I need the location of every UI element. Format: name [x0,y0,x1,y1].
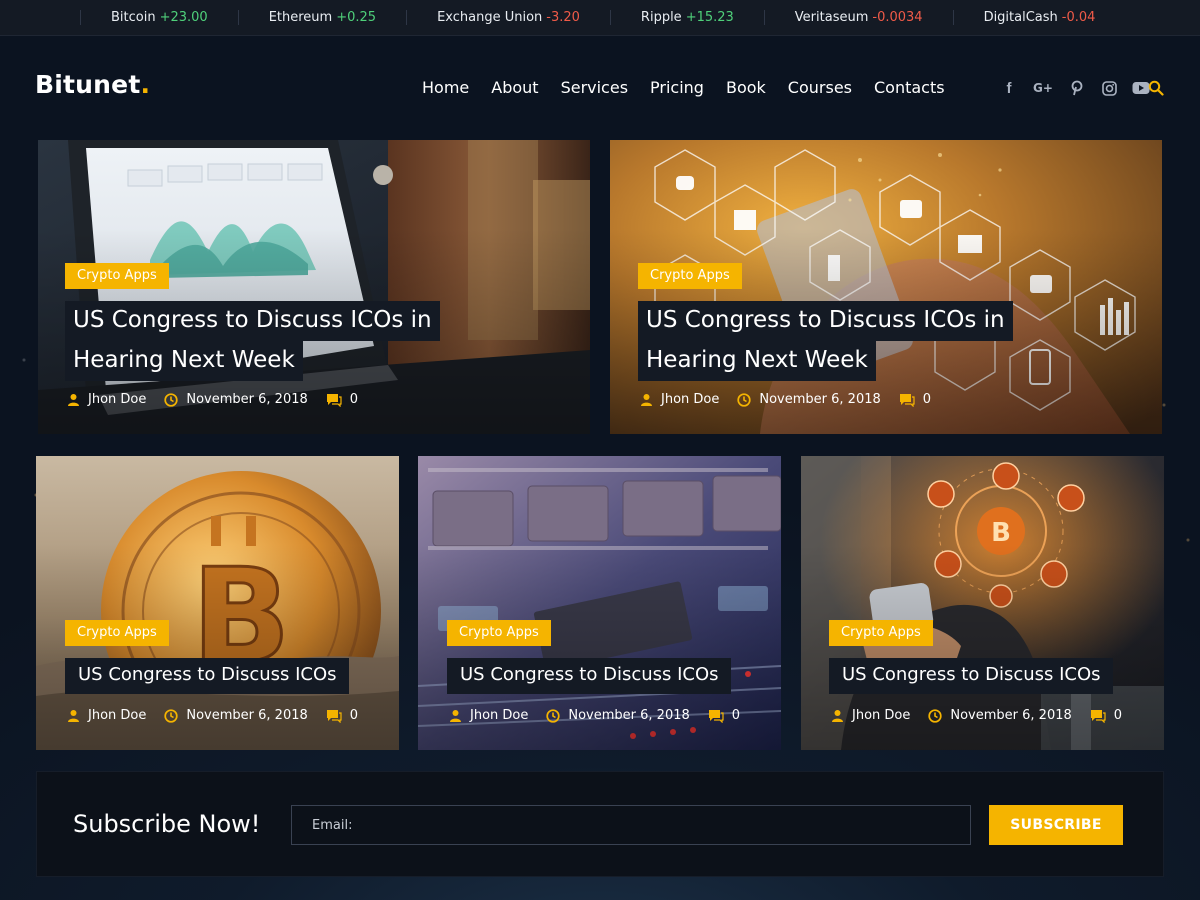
news-card[interactable]: B Crypto Apps US Congress to Discuss ICO… [801,456,1164,750]
facebook-icon[interactable]: f [1000,80,1018,97]
comment-icon [326,709,342,723]
category-badge[interactable]: Crypto Apps [447,620,551,646]
nav-book[interactable]: Book [726,78,766,97]
main-nav: Home About Services Pricing Book Courses… [422,78,967,97]
comment-count[interactable]: 0 [923,392,931,407]
comment-count[interactable]: 0 [350,392,358,407]
user-icon [641,394,652,406]
comment-icon [326,393,342,407]
ticker-item[interactable]: DigitalCash -0.04 [952,10,1126,25]
card-title-line[interactable]: US Congress to Discuss ICOs [447,658,731,694]
card-meta: Jhon Doe November 6, 2018 0 [67,392,376,407]
post-date: November 6, 2018 [759,392,881,407]
post-date: November 6, 2018 [568,708,690,723]
pinterest-icon[interactable] [1068,80,1086,96]
news-card[interactable]: Crypto Apps US Congress to Discuss ICOs … [418,456,781,750]
email-field[interactable] [291,805,971,845]
nav-pricing[interactable]: Pricing [650,78,704,97]
card-title-line[interactable]: Hearing Next Week [638,341,876,381]
card-overlay [418,456,781,750]
card-meta: Jhon Doe November 6, 2018 0 [640,392,949,407]
card-title-line[interactable]: US Congress to Discuss ICOs [65,658,349,694]
user-icon [832,710,843,722]
author-name[interactable]: Jhon Doe [470,708,528,723]
instagram-icon[interactable] [1100,80,1118,96]
comment-icon [1090,709,1106,723]
ticker-item[interactable]: Bitcoin +23.00 [80,10,238,25]
clock-icon [928,708,943,723]
search-icon[interactable] [1148,80,1164,96]
comment-count[interactable]: 0 [350,708,358,723]
news-card[interactable]: B Crypto Apps US Congress to Discuss ICO… [36,456,399,750]
ticker-item[interactable]: Veritaseum -0.0034 [763,10,953,25]
nav-contacts[interactable]: Contacts [874,78,945,97]
user-icon [68,710,79,722]
author-name[interactable]: Jhon Doe [88,708,146,723]
comment-icon [899,393,915,407]
card-title-line[interactable]: US Congress to Discuss ICOs [829,658,1113,694]
category-badge[interactable]: Crypto Apps [65,620,169,646]
card-meta: Jhon Doe November 6, 2018 0 [449,708,758,723]
card-overlay [801,456,1164,750]
card-meta: Jhon Doe November 6, 2018 0 [831,708,1140,723]
site-header: Bitunet. Home About Services Pricing Boo… [0,36,1200,136]
post-date: November 6, 2018 [950,708,1072,723]
nav-courses[interactable]: Courses [788,78,852,97]
subscribe-button[interactable]: SUBSCRIBE [989,805,1123,845]
clock-icon [546,708,561,723]
card-overlay [36,456,399,750]
price-ticker: Bitcoin +23.00 Ethereum +0.25 Exchange Uni… [0,0,1200,36]
nav-about[interactable]: About [491,78,538,97]
subscribe-heading: Subscribe Now! [73,810,261,838]
post-date: November 6, 2018 [186,392,308,407]
nav-home[interactable]: Home [422,78,469,97]
news-card[interactable]: Crypto Apps US Congress to Discuss ICOs … [38,140,590,434]
author-name[interactable]: Jhon Doe [852,708,910,723]
card-title-line[interactable]: US Congress to Discuss ICOs in [65,301,440,341]
category-badge[interactable]: Crypto Apps [65,263,169,289]
author-name[interactable]: Jhon Doe [88,392,146,407]
site-logo[interactable]: Bitunet. [35,70,150,99]
news-card[interactable]: Crypto Apps US Congress to Discuss ICOs … [610,140,1162,434]
comment-count[interactable]: 0 [732,708,740,723]
card-title-line[interactable]: Hearing Next Week [65,341,303,381]
author-name[interactable]: Jhon Doe [661,392,719,407]
post-date: November 6, 2018 [186,708,308,723]
nav-services[interactable]: Services [561,78,628,97]
subscribe-section: Subscribe Now! SUBSCRIBE [36,771,1164,877]
clock-icon [164,708,179,723]
card-title-line[interactable]: US Congress to Discuss ICOs in [638,301,1013,341]
user-icon [68,394,79,406]
user-icon [450,710,461,722]
google-plus-icon[interactable]: G+ [1032,80,1054,96]
comment-icon [708,709,724,723]
card-meta: Jhon Doe November 6, 2018 0 [67,708,376,723]
clock-icon [737,392,752,407]
clock-icon [164,392,179,407]
ticker-item[interactable]: Exchange Union -3.20 [406,10,610,25]
comment-count[interactable]: 0 [1114,708,1122,723]
ticker-item[interactable]: Ripple +15.23 [609,10,764,25]
social-links: f G+ [1000,80,1150,97]
ticker-item[interactable]: Ethereum +0.25 [237,10,406,25]
category-badge[interactable]: Crypto Apps [638,263,742,289]
category-badge[interactable]: Crypto Apps [829,620,933,646]
